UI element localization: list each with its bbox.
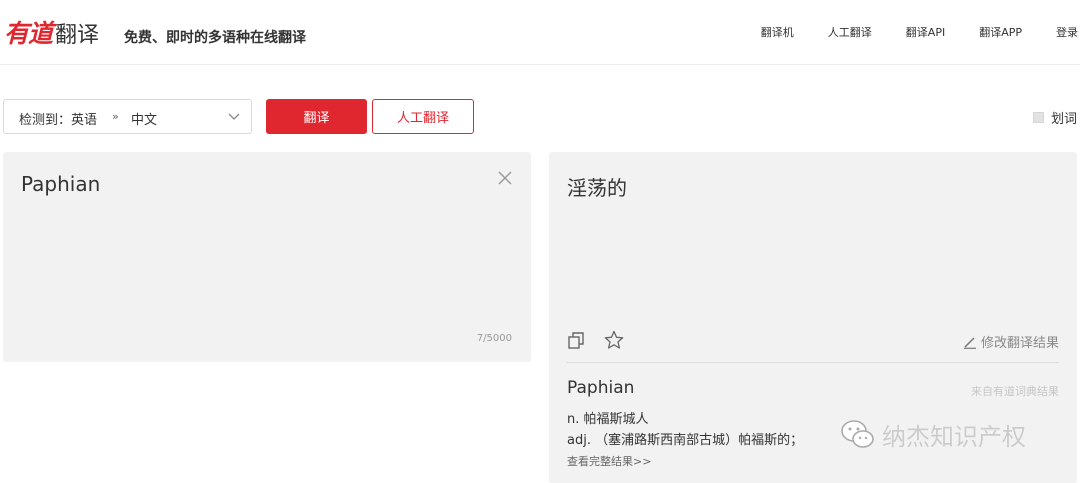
source-input-area[interactable]: Paphian 7/5000 (3, 152, 531, 362)
char-count: 7/5000 (476, 333, 512, 344)
definition-adjective: adj. （塞浦路斯西南部古城）帕福斯的； (567, 433, 804, 448)
slogan: 免费、即时的多语种在线翻译 (124, 30, 306, 46)
close-icon[interactable] (497, 170, 513, 186)
header: 有道 翻译 免费、即时的多语种在线翻译 翻译机 人工翻译 翻译API 翻译APP… (0, 0, 1080, 65)
translate-button[interactable]: 翻译 (266, 99, 367, 134)
language-select[interactable]: 检测到：英语 » 中文 (3, 99, 252, 134)
wechat-icon (841, 420, 874, 448)
top-nav: 翻译机 人工翻译 翻译API 翻译APP 登录 (727, 24, 1078, 40)
logo-brand: 有道 (4, 19, 53, 48)
source-language: 检测到：英语 (19, 113, 98, 128)
edit-translation-link[interactable]: 修改翻译结果 (963, 332, 1059, 351)
nav-login[interactable]: 登录 (1056, 24, 1078, 40)
nav-translator-device[interactable]: 翻译机 (761, 24, 794, 40)
definition-noun: n. 帕福斯城人 (567, 412, 649, 427)
view-full-result-link[interactable]: 查看完整结果>> (567, 453, 651, 469)
source-text[interactable]: Paphian (21, 172, 100, 196)
watermark: 纳杰知识产权 (838, 414, 1026, 454)
nav-human-translation[interactable]: 人工翻译 (828, 24, 872, 40)
word-select-label: 划词 (1050, 112, 1077, 127)
nav-translate-app[interactable]: 翻译APP (979, 24, 1022, 40)
language-arrows: » (112, 110, 119, 123)
target-language: 中文 (131, 113, 158, 128)
logo-product: 翻译 (55, 23, 100, 48)
word-select-toggle[interactable]: 划词 (1032, 108, 1077, 127)
dict-source: 来自有道词典结果 (971, 385, 1059, 398)
star-icon[interactable] (604, 330, 624, 350)
dict-headword: Paphian (567, 378, 635, 398)
copy-icon[interactable] (568, 332, 585, 349)
nav-translate-api[interactable]: 翻译API (906, 24, 945, 40)
chevron-down-icon (228, 113, 240, 120)
pencil-icon (963, 336, 976, 349)
logo[interactable]: 有道 翻译 (4, 14, 99, 50)
edit-translation-label: 修改翻译结果 (980, 336, 1059, 351)
divider (567, 362, 1059, 363)
human-translation-button[interactable]: 人工翻译 (372, 99, 474, 134)
result-text: 淫荡的 (567, 176, 627, 200)
word-select-checkbox[interactable] (1032, 112, 1044, 123)
watermark-text: 纳杰知识产权 (882, 422, 1026, 451)
